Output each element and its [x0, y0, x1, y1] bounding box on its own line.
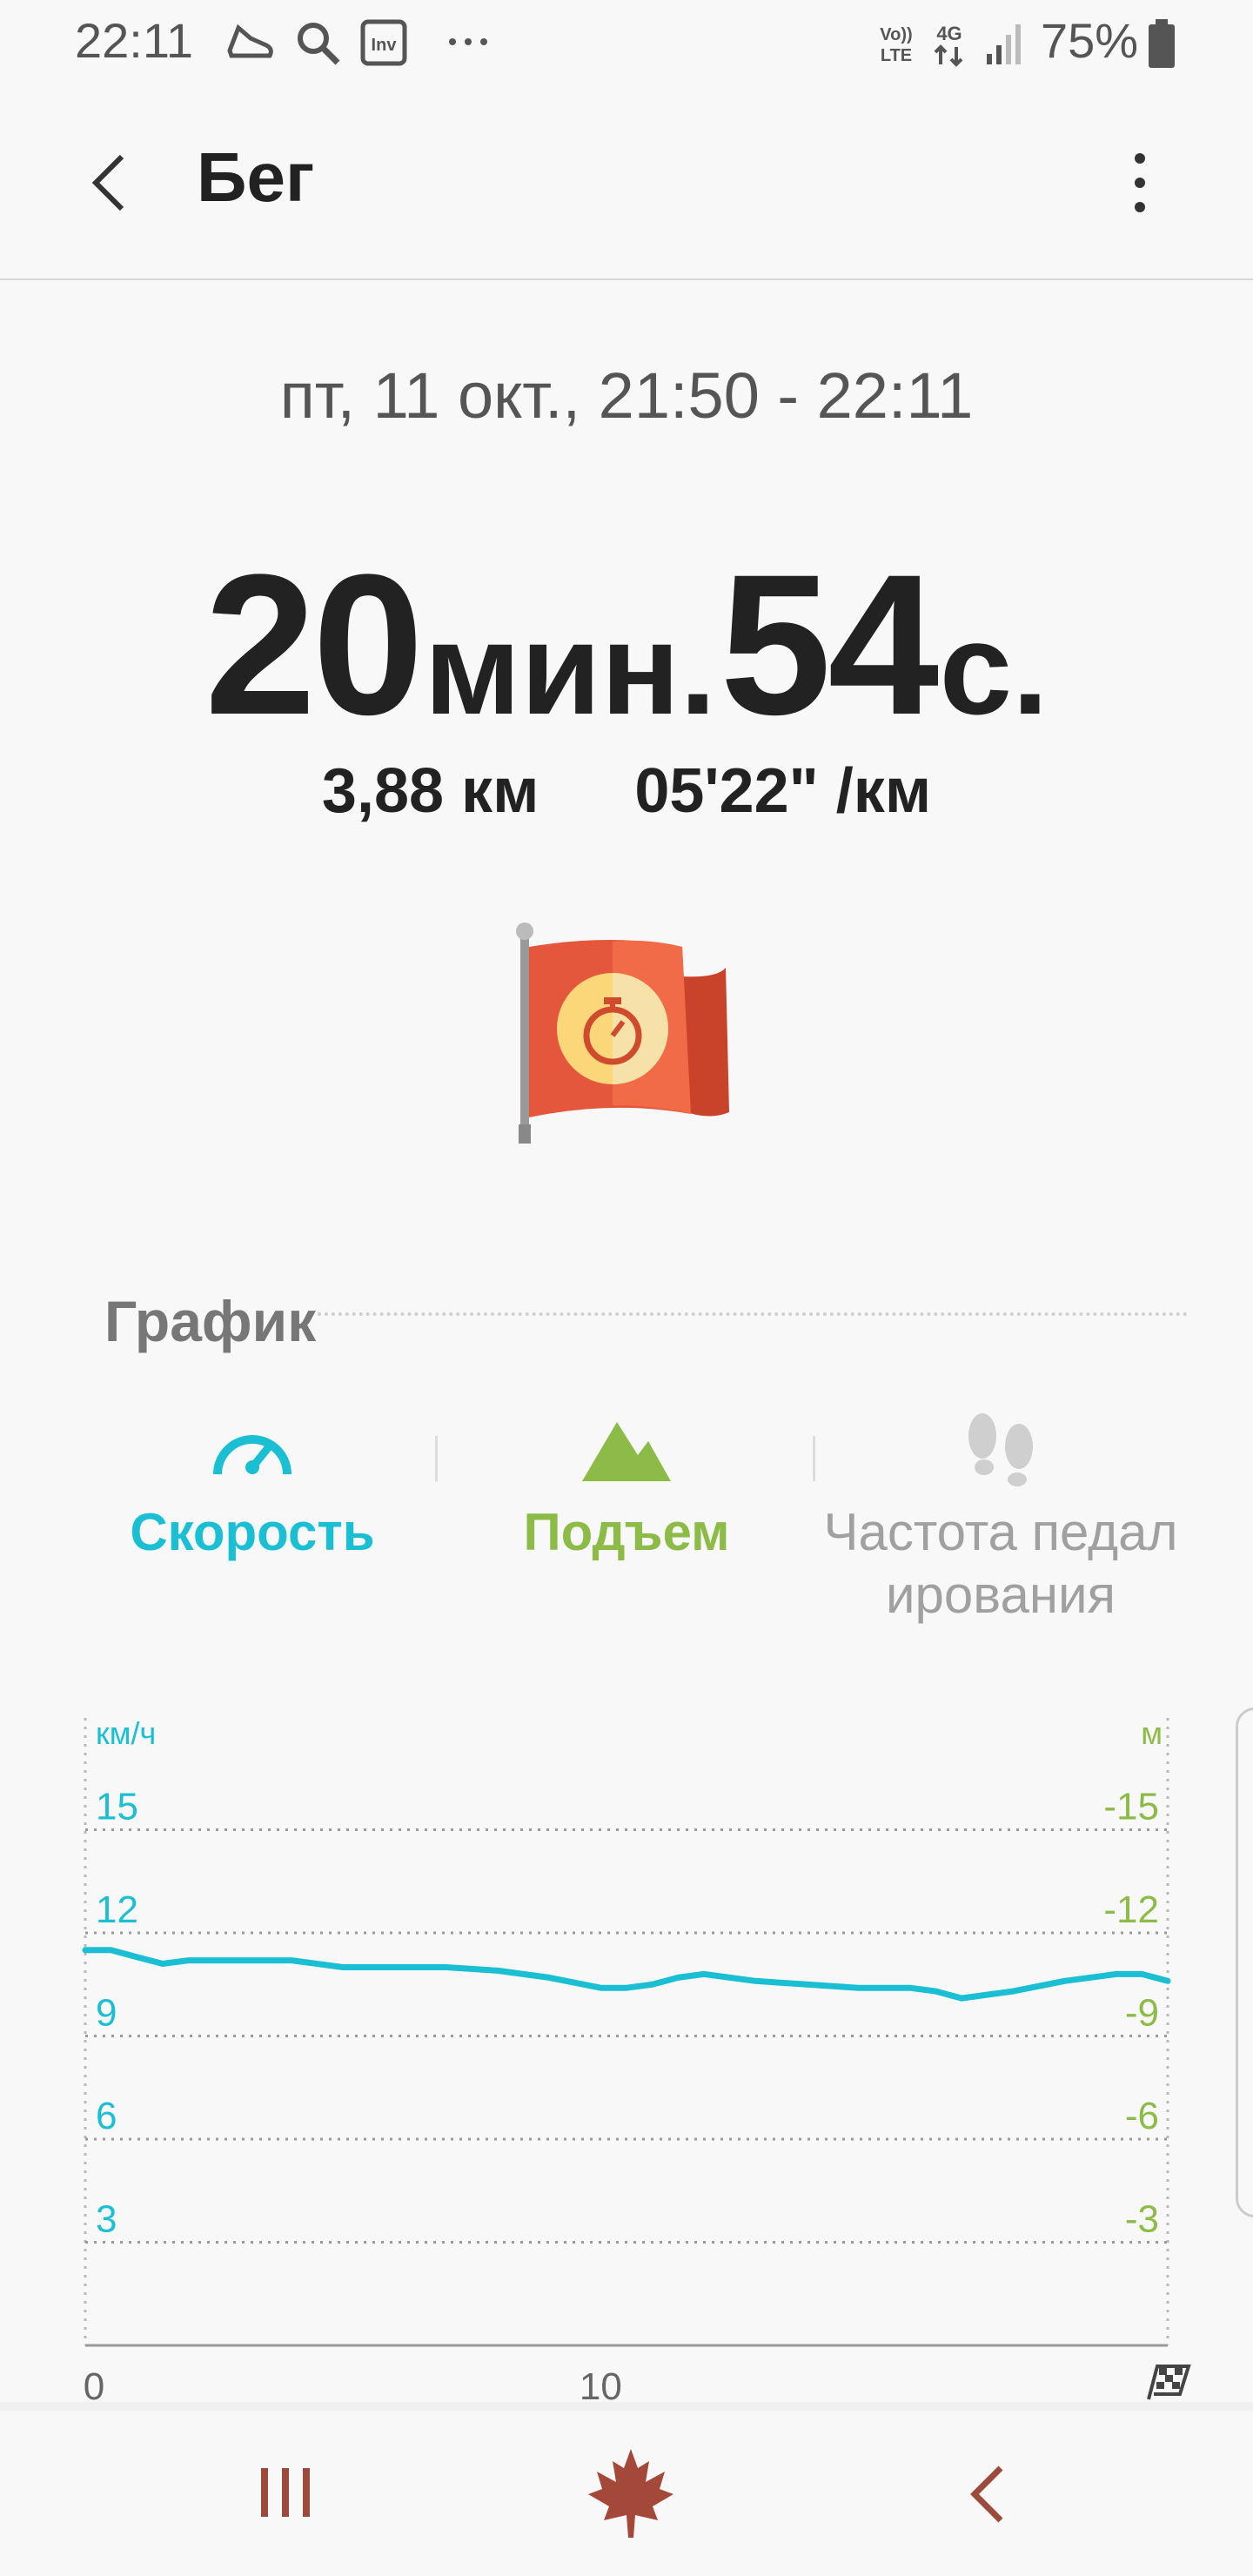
checkered-flag-icon	[1147, 2365, 1191, 2400]
right-tick-label: -3	[1125, 2198, 1159, 2241]
left-axis-unit: км/ч	[96, 1715, 156, 1751]
maple-leaf-home-icon[interactable]	[583, 2445, 679, 2541]
speedometer-icon	[213, 1435, 291, 1475]
more-vertical-icon[interactable]	[1122, 148, 1157, 218]
right-tick-label: -15	[1103, 1786, 1159, 1828]
svg-text:Inv: Inv	[372, 36, 398, 55]
panel-edge	[0, 2402, 1253, 2411]
tab-speed[interactable]: Скорость	[61, 1410, 444, 1564]
right-tick-label: -6	[1125, 2095, 1159, 2137]
flag-stopwatch-badge-icon	[516, 922, 729, 1144]
nav-back-icon[interactable]	[957, 2461, 1018, 2527]
page-title: Бег	[197, 138, 315, 216]
tab-speed-label: Скорость	[130, 1503, 375, 1561]
tab-cadence-label: Частота педал ирования	[809, 1501, 1192, 1627]
recents-icon[interactable]	[252, 2463, 322, 2524]
tab-elevation-label: Подъем	[523, 1503, 730, 1561]
right-tick-label: -9	[1125, 1992, 1159, 2035]
workout-duration: 20 мин. 54 с.	[0, 529, 1253, 760]
left-tick-label: 15	[96, 1786, 138, 1828]
tab-cadence[interactable]: Частота педал ирования	[809, 1410, 1192, 1627]
more-icon	[449, 38, 487, 45]
graph-heading: График	[104, 1289, 317, 1353]
footsteps-icon	[968, 1413, 1033, 1486]
app-bar	[0, 87, 1253, 280]
duration-minutes: 20	[204, 533, 424, 756]
right-tick-label: -12	[1103, 1888, 1159, 1931]
signal-icon	[987, 24, 1021, 64]
4g-icon: 4G	[934, 23, 963, 67]
battery-icon	[1149, 19, 1175, 68]
volte-icon: Vo)) LTE	[880, 25, 912, 65]
x-tick-label: 10	[580, 2365, 622, 2402]
inv-app-icon: Inv	[360, 19, 407, 66]
tab-cadence-label-line2: ирования	[886, 1566, 1116, 1624]
distance-value: 3,88 км	[321, 756, 539, 826]
scroll-handle[interactable]	[1236, 1707, 1253, 2217]
svg-text:Vo)): Vo))	[880, 25, 912, 44]
duration-seconds-unit: с.	[939, 595, 1049, 741]
left-tick-label: 6	[96, 2095, 117, 2137]
svg-text:LTE: LTE	[881, 46, 912, 65]
x-tick-label: 0	[84, 2365, 104, 2402]
right-axis-unit: м	[1141, 1715, 1163, 1751]
left-tick-label: 9	[96, 1992, 117, 2035]
navigation-bar	[0, 2411, 1253, 2576]
speed-series-line	[82, 1947, 1171, 2002]
status-bar: 22:11 Inv Vo)) LTE 4G 75%	[0, 0, 1253, 87]
svg-text:4G: 4G	[936, 23, 962, 44]
workout-date-range: пт, 11 окт., 21:50 - 22:11	[279, 359, 974, 432]
stats-row: 3,88 км 05'22" /км	[0, 755, 1253, 827]
duration-seconds: 54	[720, 533, 939, 756]
heading-divider	[318, 1312, 1188, 1316]
duration-minutes-unit: мин.	[424, 595, 716, 741]
status-time: 22:11	[75, 13, 193, 68]
tab-elevation[interactable]: Подъем	[435, 1410, 818, 1564]
battery-percent: 75%	[1041, 13, 1139, 68]
search-icon	[298, 23, 340, 65]
left-tick-label: 3	[96, 2198, 117, 2241]
pace-value: 05'22" /км	[634, 756, 932, 826]
speed-chart[interactable]: км/ч м 15 -15 12 -12 9 -9 6 -6 3 -3 0 10	[0, 1706, 1253, 2402]
running-shoe-icon	[227, 23, 273, 58]
mountain-icon	[582, 1422, 671, 1481]
back-arrow-icon[interactable]	[80, 148, 141, 218]
tab-cadence-label-line1: Частота педал	[823, 1503, 1178, 1561]
left-tick-label: 12	[96, 1888, 138, 1931]
